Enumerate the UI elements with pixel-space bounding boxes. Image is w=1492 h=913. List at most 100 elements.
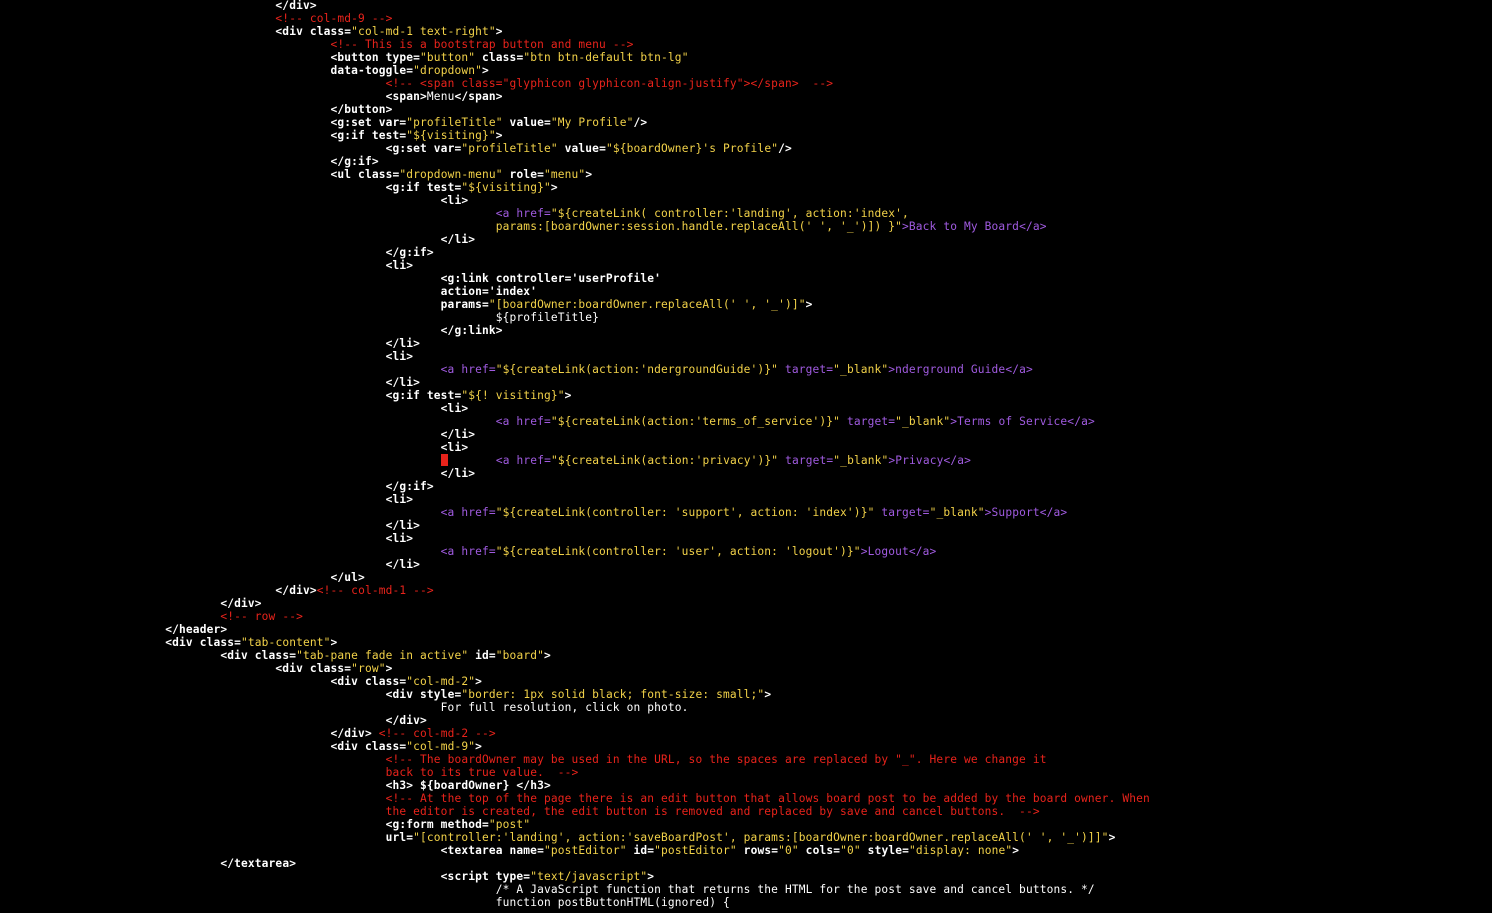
code-line[interactable]: </textarea> (0, 857, 1150, 870)
code-line[interactable]: <li> (0, 532, 1150, 545)
code-line[interactable]: <a href="${createLink(action:'nderground… (0, 363, 1150, 376)
code-line[interactable]: function postButtonHTML(ignored) { (0, 896, 1150, 909)
code-line[interactable]: <li> (0, 194, 1150, 207)
code-line[interactable]: <!-- This is a bootstrap button and menu… (0, 38, 1150, 51)
code-line[interactable]: <div class="row"> (0, 662, 1150, 675)
code-token: "profileTitle" (461, 142, 558, 155)
code-line[interactable]: <!-- row --> (0, 610, 1150, 623)
code-line[interactable]: </li> (0, 428, 1150, 441)
code-line[interactable]: <div class="col-md-2"> (0, 675, 1150, 688)
code-line[interactable]: </li> (0, 376, 1150, 389)
code-line[interactable]: <a href="${createLink( controller:'landi… (0, 207, 1150, 220)
code-line[interactable]: <textarea name="postEditor" id="postEdit… (0, 844, 1150, 857)
code-line[interactable]: </button> (0, 103, 1150, 116)
code-line[interactable]: </li> (0, 337, 1150, 350)
code-line[interactable]: </g:if> (0, 480, 1150, 493)
code-line[interactable]: </li> (0, 467, 1150, 480)
code-line[interactable]: params:[boardOwner:session.handle.replac… (0, 220, 1150, 233)
code-line[interactable]: params="[boardOwner:boardOwner.replaceAl… (0, 298, 1150, 311)
code-line[interactable]: data-toggle="dropdown"> (0, 64, 1150, 77)
code-token: "border: 1px solid black; font-size: sma… (461, 688, 765, 701)
code-line[interactable]: <li> (0, 402, 1150, 415)
code-line[interactable]: <div class="tab-pane fade in active" id=… (0, 649, 1150, 662)
code-token: </div> (275, 584, 317, 597)
code-line[interactable]: <a href="${createLink(action:'privacy')}… (0, 454, 1150, 467)
code-line[interactable]: <span>Menu</span> (0, 90, 1150, 103)
code-line[interactable]: </div> <!-- col-md-2 --> (0, 727, 1150, 740)
code-line[interactable]: </div><!-- col-md-1 --> (0, 584, 1150, 597)
code-line[interactable]: </li> (0, 558, 1150, 571)
code-line[interactable]: </li> (0, 519, 1150, 532)
code-line[interactable]: <g:link controller='userProfile' (0, 272, 1150, 285)
code-token: data-toggle= (330, 64, 414, 77)
code-line[interactable]: </div> (0, 714, 1150, 727)
code-token: "tab-content" (241, 636, 331, 649)
code-token: "_blank" (895, 415, 951, 428)
code-line[interactable]: For full resolution, click on photo. (0, 701, 1150, 714)
code-line[interactable]: <!-- At the top of the page there is an … (0, 792, 1150, 805)
code-token: <g:if test= (385, 181, 462, 194)
code-token: </div> (275, 0, 317, 12)
code-line[interactable]: ${profileTitle} (0, 311, 1150, 324)
code-token: "row" (351, 662, 386, 675)
code-line[interactable]: <!-- col-md-9 --> (0, 12, 1150, 25)
code-editor[interactable]: </div> <!-- col-md-9 --> <div class="col… (0, 0, 1492, 913)
code-line[interactable]: <li> (0, 493, 1150, 506)
code-line[interactable]: <g:if test="${! visiting}"> (0, 389, 1150, 402)
code-line[interactable]: </g:if> (0, 246, 1150, 259)
code-line[interactable]: </g:link> (0, 324, 1150, 337)
code-line[interactable]: /* A JavaScript function that returns th… (0, 883, 1150, 896)
code-line[interactable]: <g:if test="${visiting}"> (0, 129, 1150, 142)
code-line[interactable]: action='index' (0, 285, 1150, 298)
code-token: <a href= (495, 207, 551, 220)
code-line[interactable]: <li> (0, 259, 1150, 272)
code-token: </ul> (330, 571, 365, 584)
code-line[interactable]: <li> (0, 441, 1150, 454)
code-line[interactable]: back to its true value. --> (0, 766, 1150, 779)
code-line[interactable]: <!-- The boardOwner may be used in the U… (0, 753, 1150, 766)
code-line[interactable]: </li> (0, 233, 1150, 246)
code-token: id= (468, 649, 496, 662)
code-token: <div class= (220, 649, 297, 662)
code-line[interactable]: <!-- <span class="glyphicon glyphicon-al… (0, 77, 1150, 90)
code-line[interactable]: </div> (0, 0, 1150, 12)
code-line[interactable]: <script type="text/javascript"> (0, 870, 1150, 883)
code-token: /> (778, 142, 792, 155)
code-line[interactable]: </g:if> (0, 155, 1150, 168)
code-token: <h3> ${boardOwner} </h3> (385, 779, 551, 792)
code-line[interactable]: </div> (0, 597, 1150, 610)
code-line[interactable]: <h3> ${boardOwner} </h3> (0, 779, 1150, 792)
code-line[interactable]: </ul> (0, 571, 1150, 584)
code-line[interactable]: <li> (0, 350, 1150, 363)
code-line[interactable]: <g:set var="profileTitle" value="My Prof… (0, 116, 1150, 129)
code-line[interactable]: <a href="${createLink(action:'terms_of_s… (0, 415, 1150, 428)
code-line[interactable]: url="[controller:'landing', action:'save… (0, 831, 1150, 844)
code-line[interactable]: <a href="${createLink(controller: 'suppo… (0, 506, 1150, 519)
code-line[interactable]: <g:form method="post" (0, 818, 1150, 831)
code-line[interactable]: <a href="${createLink(controller: 'user'… (0, 545, 1150, 558)
code-line[interactable]: the editor is created, the edit button i… (0, 805, 1150, 818)
code-line[interactable]: <g:set var="profileTitle" value="${board… (0, 142, 1150, 155)
code-line[interactable]: <ul class="dropdown-menu" role="menu"> (0, 168, 1150, 181)
code-line[interactable]: <div class="col-md-9"> (0, 740, 1150, 753)
code-line[interactable]: <div class="col-md-1 text-right"> (0, 25, 1150, 38)
code-line[interactable]: </header> (0, 623, 1150, 636)
code-line[interactable]: <g:if test="${visiting}"> (0, 181, 1150, 194)
code-line[interactable]: <button type="button" class="btn btn-def… (0, 51, 1150, 64)
code-line[interactable]: <div class="tab-content"> (0, 636, 1150, 649)
code-line[interactable]: <div style="border: 1px solid black; fon… (0, 688, 1150, 701)
code-token: </li> (440, 428, 476, 441)
